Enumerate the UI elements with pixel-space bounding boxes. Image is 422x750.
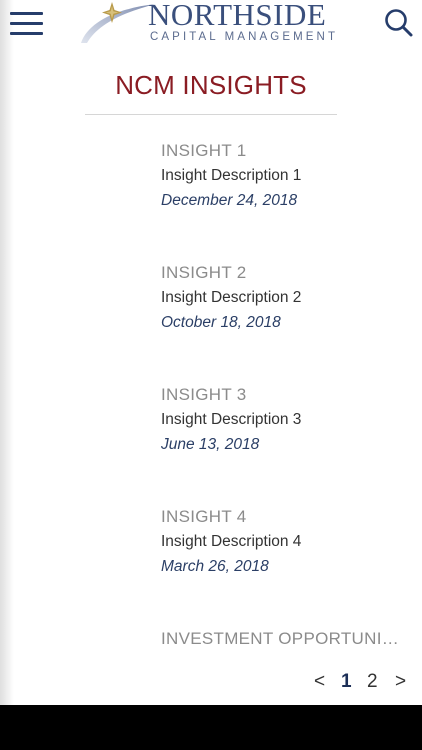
search-icon-graphic xyxy=(385,9,413,37)
insight-item[interactable]: INSIGHT 2 Insight Description 2 October … xyxy=(161,261,416,383)
drawer-edge-shadow xyxy=(0,0,14,705)
title-divider xyxy=(85,114,337,115)
logo-star-swoosh-icon xyxy=(81,2,156,43)
northside-logo[interactable]: NORTHSIDE CAPITAL MANAGEMENT xyxy=(78,0,353,46)
insight-date: December 24, 2018 xyxy=(161,192,298,209)
insight-title: INSIGHT 4 xyxy=(161,507,247,526)
pagination: < 1 2 > xyxy=(312,670,412,694)
hamburger-menu-icon[interactable] xyxy=(10,12,44,36)
insight-description: Insight Description 2 xyxy=(161,289,302,306)
insight-description: Insight Description 4 xyxy=(161,533,302,550)
menu-bar xyxy=(10,12,43,15)
insight-item[interactable]: INSIGHT 1 Insight Description 1 December… xyxy=(161,139,416,261)
insight-date: June 13, 2018 xyxy=(161,436,260,453)
insights-list: INSIGHT 1 Insight Description 1 December… xyxy=(161,139,416,705)
insight-item[interactable]: INSIGHT 4 Insight Description 4 March 26… xyxy=(161,505,416,627)
page-2-link[interactable]: 2 xyxy=(367,670,378,694)
insight-title: INVESTMENT OPPORTUNITIES xyxy=(161,629,406,648)
insight-date: March 26, 2018 xyxy=(161,558,269,575)
menu-bar xyxy=(10,32,43,35)
page-1-link[interactable]: 1 xyxy=(341,670,352,694)
previous-page-button[interactable]: < xyxy=(314,670,325,694)
logo-subtitle: CAPITAL MANAGEMENT xyxy=(150,31,339,43)
insight-item[interactable]: INSIGHT 3 Insight Description 3 June 13,… xyxy=(161,383,416,505)
insight-title: INSIGHT 2 xyxy=(161,263,247,282)
next-page-button[interactable]: > xyxy=(395,670,406,694)
header: NORTHSIDE CAPITAL MANAGEMENT xyxy=(0,0,422,48)
menu-bar xyxy=(10,22,43,25)
insight-date: October 18, 2018 xyxy=(161,314,281,331)
insight-description: Insight Description 3 xyxy=(161,411,302,428)
search-icon[interactable] xyxy=(384,8,414,38)
app-screen: NORTHSIDE CAPITAL MANAGEMENT NCM INSIGHT… xyxy=(0,0,422,705)
page-title: NCM INSIGHTS xyxy=(115,70,307,100)
logo-name: NORTHSIDE xyxy=(148,0,327,32)
insight-title: INSIGHT 3 xyxy=(161,385,247,404)
insight-title: INSIGHT 1 xyxy=(161,141,247,160)
insight-description: Insight Description 1 xyxy=(161,167,302,184)
